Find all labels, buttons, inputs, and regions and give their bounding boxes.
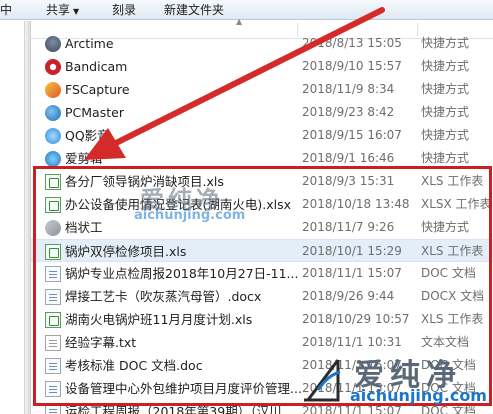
file-type: DOCX 文档 (421, 289, 485, 303)
file-row[interactable]: Bandicam 2018/9/10 15:57 快捷方式 (31, 55, 493, 78)
file-date: 2018/9/3 15:31 (302, 174, 395, 188)
arctime-shortcut-icon (45, 36, 61, 52)
file-name: 锅炉双停检修项目.xls (65, 244, 187, 259)
file-type: XLS 工作表 (421, 174, 484, 188)
file-name: 运检工程周报（2018年第39期）（汉川... (65, 404, 294, 414)
file-name: Arctime (65, 36, 114, 51)
file-name: 档状工 (65, 220, 103, 235)
file-type: XLSX 工作表 (421, 197, 492, 211)
file-type: DOC 文档 (421, 358, 476, 372)
file-name: 设备管理中心外包维护项目月度评价管理... (65, 381, 302, 396)
file-date: 2018/11/9 8:34 (302, 82, 395, 96)
file-name: 经验字幕.txt (65, 335, 137, 350)
file-type: 快捷方式 (421, 36, 470, 50)
file-type: 快捷方式 (421, 105, 470, 119)
share-menu[interactable]: 共享 ▼ (46, 2, 79, 18)
file-date: 2018/11/7 9:26 (302, 220, 395, 234)
file-name: 考核标准 DOC 文档.doc (65, 358, 203, 373)
navigation-pane[interactable] (0, 21, 24, 414)
file-row[interactable]: QQ影音 2018/9/15 16:07 快捷方式 (31, 124, 493, 147)
aijianji-shortcut-icon (45, 151, 61, 167)
file-date: 2018/10/18 13:48 (302, 197, 410, 211)
file-name: QQ影音 (65, 128, 110, 143)
doc-file-icon (45, 404, 61, 414)
file-row[interactable]: 设备管理中心外包维护项目月度评价管理... 2018/11/1 15:07 DOC … (31, 377, 493, 400)
file-type: DOC 文档 (421, 381, 476, 395)
file-type: 快捷方式 (421, 128, 470, 142)
file-date: 2018/11/1 15:07 (302, 381, 402, 395)
file-date: 2018/11/1 10:31 (302, 335, 402, 349)
doc-file-icon (45, 381, 61, 397)
file-date: 2018/10/1 15:29 (302, 244, 402, 258)
xls-file-icon (45, 312, 61, 328)
file-type: 文本文档 (421, 335, 470, 349)
file-date: 2018/9/26 9:44 (302, 289, 395, 303)
file-row[interactable]: 焊接工艺卡（吹灰蒸汽母管）.docx 2018/9/26 9:44 DOCX 文档 (31, 285, 493, 308)
file-type: XLS 工作表 (421, 312, 484, 326)
organize-menu-partial[interactable]: 中 (0, 2, 12, 18)
sort-up-icon: ▲ (236, 17, 243, 26)
shortcut-icon (45, 220, 61, 236)
file-date: 2018/11/1 15:07 (302, 358, 402, 372)
file-row[interactable]: 考核标准 DOC 文档.doc 2018/11/1 15:07 DOC 文档 (31, 354, 493, 377)
file-row[interactable]: 锅炉专业点检周报2018年10月27日-11... 2018/11/1 15:07… (31, 262, 493, 285)
file-name: 焊接工艺卡（吹灰蒸汽母管）.docx (65, 289, 262, 304)
pane-splitter[interactable] (24, 21, 31, 414)
docx-file-icon (45, 289, 61, 305)
file-row[interactable]: 经验字幕.txt 2018/11/1 10:31 文本文档 (31, 331, 493, 354)
share-label: 共享 (46, 3, 71, 17)
file-row[interactable]: 运检工程周报（2018年第39期）（汉川... 2018/11/1 15:07 DO… (31, 400, 493, 414)
file-date: 2018/8/13 15:05 (302, 36, 402, 50)
xls-file-icon (45, 244, 61, 260)
file-date: 2018/9/1 16:46 (302, 151, 395, 165)
file-row[interactable]: 档状工 2018/11/7 9:26 快捷方式 (31, 216, 493, 239)
doc-file-icon (45, 266, 61, 282)
file-name: 湖南火电锅炉班11月月度计划.xls (65, 312, 253, 327)
file-type: 快捷方式 (421, 59, 470, 73)
file-date: 2018/11/1 15:07 (302, 266, 402, 280)
file-name: 办公设备使用情况登记表(湖南火电).xlsx (65, 197, 292, 212)
file-type: DOC 文档 (421, 404, 476, 414)
command-bar: 中 共享 ▼ 刻录 新建文件夹 (0, 0, 493, 20)
file-list[interactable]: Arctime 2018/8/13 15:05 快捷方式 Bandicam 2018/9… (31, 32, 493, 414)
burn-button[interactable]: 刻录 (112, 2, 136, 18)
file-type: DOC 文档 (421, 266, 476, 280)
file-row[interactable]: FSCapture 2018/11/9 8:34 快捷方式 (31, 78, 493, 101)
file-name: 锅炉专业点检周报2018年10月27日-11... (65, 266, 299, 281)
file-row[interactable]: 各分厂领导锅炉消缺项目.xls 2018/9/3 15:31 XLS 工作表 (31, 170, 493, 193)
file-name: 各分厂领导锅炉消缺项目.xls (65, 174, 224, 189)
file-date: 2018/11/1 15:07 (302, 404, 402, 414)
file-name: FSCapture (65, 82, 130, 97)
file-row[interactable]: Arctime 2018/8/13 15:05 快捷方式 (31, 32, 493, 55)
pcmaster-shortcut-icon (45, 105, 61, 121)
file-type: 快捷方式 (421, 151, 470, 165)
file-type: 快捷方式 (421, 220, 470, 234)
file-row[interactable]: PCMaster 2018/9/23 8:42 快捷方式 (31, 101, 493, 124)
new-folder-button[interactable]: 新建文件夹 (164, 2, 224, 18)
file-row[interactable]: 爱剪辑 2018/9/1 16:46 快捷方式 (31, 147, 493, 170)
xls-file-icon (45, 174, 61, 190)
doc-file-icon (45, 358, 61, 374)
file-row[interactable]: 锅炉双停检修项目.xls 2018/10/1 15:29 XLS 工作表 (31, 239, 493, 262)
file-row[interactable]: 湖南火电锅炉班11月月度计划.xls 2018/10/29 10:57 XLS 工作… (31, 308, 493, 331)
file-date: 2018/9/15 16:07 (302, 128, 402, 142)
file-date: 2018/9/10 15:57 (302, 59, 402, 73)
file-row[interactable]: 办公设备使用情况登记表(湖南火电).xlsx 2018/10/18 13:48 XL… (31, 193, 493, 216)
file-type: 快捷方式 (421, 82, 470, 96)
xlsx-file-icon (45, 197, 61, 213)
fscapture-shortcut-icon (45, 82, 61, 98)
file-name: 爱剪辑 (65, 151, 103, 166)
file-type: XLS 工作表 (421, 244, 484, 258)
file-name: Bandicam (65, 59, 128, 74)
file-date: 2018/9/23 8:42 (302, 105, 395, 119)
chevron-down-icon: ▼ (73, 7, 80, 16)
file-name: PCMaster (65, 105, 124, 120)
txt-file-icon (45, 335, 61, 351)
qqplayer-shortcut-icon (45, 128, 61, 144)
bandicam-shortcut-icon (45, 59, 61, 75)
file-date: 2018/10/29 10:57 (302, 312, 410, 326)
